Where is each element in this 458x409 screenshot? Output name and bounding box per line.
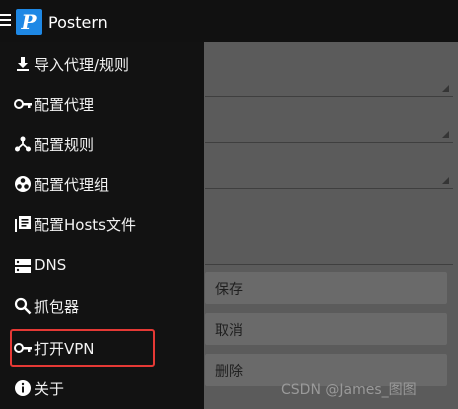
save-label: 保存 [215, 282, 243, 298]
dropdown-arrow-icon [442, 177, 449, 184]
cancel-button[interactable]: 取消 [205, 313, 447, 345]
highlight-box [10, 329, 155, 367]
navigation-drawer: 导入代理/规则 配置代理 配置规则 配置代理组 配置Hosts文件 DNS 抓包… [0, 42, 204, 409]
dropdown-arrow-icon [442, 85, 449, 92]
key-icon [14, 99, 32, 109]
app-bar: P Postern [0, 0, 458, 42]
download-icon [17, 57, 29, 71]
nav-item-import[interactable]: 导入代理/规则 [0, 44, 204, 84]
menu-icon[interactable] [0, 14, 11, 26]
nav-item-label: 配置规则 [34, 136, 95, 154]
group-icon [15, 176, 31, 192]
dropdown-arrow-icon [442, 131, 449, 138]
nav-item-label: 抓包器 [34, 298, 80, 316]
proxy-type-select[interactable] [205, 50, 453, 97]
search-icon [14, 297, 32, 315]
share-icon [15, 136, 31, 152]
nav-item-dns[interactable]: DNS [0, 246, 204, 286]
watermark: CSDN @James_图图 [281, 382, 417, 398]
nav-item-label: 关于 [34, 380, 65, 398]
match-type-select[interactable] [205, 96, 453, 143]
nav-item-proxy[interactable]: 配置代理 [0, 84, 204, 124]
nav-item-proxy-group[interactable]: 配置代理组 [0, 164, 204, 204]
cancel-label: 取消 [215, 323, 243, 339]
nav-item-label: DNS [34, 256, 67, 274]
nav-item-label: 配置代理 [34, 96, 95, 114]
value-input[interactable] [205, 216, 453, 265]
nav-item-rules[interactable]: 配置规则 [0, 124, 204, 164]
dns-icon [15, 259, 31, 273]
action-select[interactable] [205, 142, 453, 189]
nav-item-label: 导入代理/规则 [34, 56, 130, 74]
library-icon [15, 216, 31, 232]
nav-item-label: 配置Hosts文件 [34, 216, 136, 234]
save-button[interactable]: 保存 [205, 272, 447, 304]
app-title: Postern [48, 13, 108, 32]
nav-item-about[interactable]: 关于 [0, 368, 204, 408]
nav-item-packet-capture[interactable]: 抓包器 [0, 286, 204, 326]
info-icon [15, 380, 31, 396]
app-logo: P [16, 9, 42, 35]
nav-item-label: 配置代理组 [34, 176, 110, 194]
delete-label: 删除 [215, 364, 243, 380]
nav-item-hosts[interactable]: 配置Hosts文件 [0, 204, 204, 244]
